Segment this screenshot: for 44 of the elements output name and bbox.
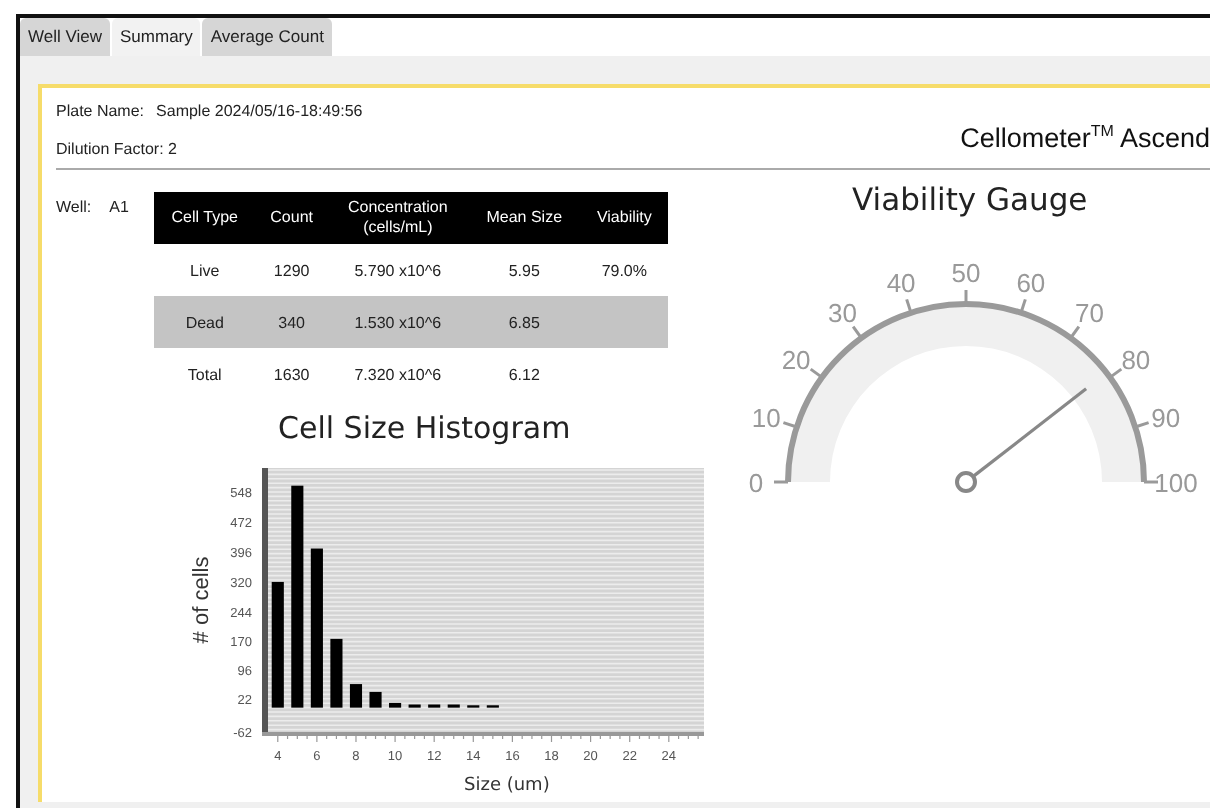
table-cell: 1630 [273,365,310,383]
plate-name: Sample 2024/05/16-18:49:56 [156,102,363,120]
dilution-factor: Dilution Factor: 2 [56,140,177,158]
field-label: Well: [56,198,92,216]
column-header: Concentration (cells/mL) [327,192,468,244]
gauge-tick-label: 40 [886,268,916,299]
table-cell: 6.12 [508,365,540,383]
table-cell: 79.0% [601,261,647,279]
table-cell: 5.790 x10^6 [354,261,442,279]
axis-title: # of cells [190,556,214,644]
table-cell: 1.530 x10^6 [354,313,442,331]
table-cell: 7.320 x10^6 [354,365,442,383]
table-cell: 1290 [273,261,310,279]
gauge-tick-label: 0 [748,468,764,498]
gauge-tick-label: 60 [1016,268,1046,299]
chart-title: Cell Size Histogram [278,410,571,446]
gauge-tick-label: 80 [1121,344,1151,375]
axis-title: Size (um) [464,776,550,796]
table-cell: Total [187,365,222,383]
product-name: Cellometer$^{TM}$ Ascend [960,122,1210,153]
table-cell: Live [190,261,220,279]
gauge-tick-label: 30 [828,298,858,329]
tab[interactable]: Average Count [202,18,332,56]
field-label: Plate Name: [56,102,145,120]
tab[interactable]: Summary [112,18,201,56]
table-cell: 6.85 [508,313,540,331]
histogram-bar [330,638,343,708]
table-cell: Dead [185,313,224,331]
gauge-tick-label: 50 [951,258,981,288]
table-cell: 5.95 [508,261,540,279]
column-header: Viability [580,192,668,244]
well-id: A1 [109,198,129,216]
histogram-bar [389,702,402,708]
chart-title: Viability Gauge [852,182,1088,218]
gauge-tick-label: 70 [1074,298,1104,329]
gauge-tick-label: 10 [751,403,781,434]
column-header: Count [255,192,328,244]
tab[interactable]: Well View [20,18,111,56]
column-header: Mean Size [467,192,581,244]
gauge-tick-label: 20 [781,344,811,375]
column-header: Cell Type [154,192,256,244]
gauge-tick-label: 100 [1154,468,1198,498]
table-cell: 340 [278,313,305,331]
gauge-tick-label: 90 [1151,403,1181,434]
